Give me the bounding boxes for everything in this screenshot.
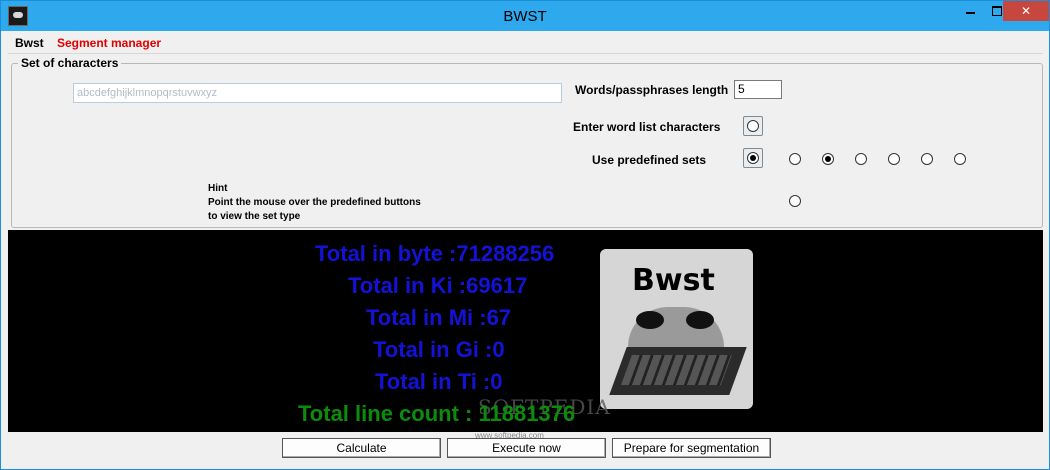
close-button[interactable]: ✕	[1003, 1, 1049, 21]
bwst-logo: Bwst	[600, 249, 753, 409]
group-title: Set of characters	[18, 56, 122, 70]
predefined-set-radio-4[interactable]	[888, 153, 900, 165]
calculate-button[interactable]: Calculate	[282, 438, 441, 458]
window-title: BWST	[503, 8, 547, 25]
predefined-set-radio-6[interactable]	[954, 153, 966, 165]
hint-line-1: Point the mouse over the predefined butt…	[208, 197, 421, 208]
total-ti: Total in Ti :0	[375, 369, 503, 394]
hint-text: Hint Point the mouse over the predefined…	[208, 182, 421, 224]
predefined-set-radio-2[interactable]	[822, 153, 834, 165]
hint-title: Hint	[208, 183, 228, 194]
predefined-set-radio-3[interactable]	[855, 153, 867, 165]
length-label: Words/passphrases length	[575, 83, 729, 97]
hint-line-2: to view the set type	[208, 211, 301, 222]
predefined-set-radio-7[interactable]	[789, 195, 801, 207]
word-list-radio[interactable]	[747, 120, 759, 132]
predefined-set-radio-1[interactable]	[789, 153, 801, 165]
total-mi: Total in Mi :67	[366, 305, 512, 330]
total-byte: Total in byte :71288256	[315, 241, 555, 266]
total-line-count: Total line count : 11881376	[298, 401, 576, 426]
menu-segment-manager[interactable]: Segment manager	[57, 36, 161, 50]
logo-eye-icon	[636, 311, 664, 329]
predefined-sets-label: Use predefined sets	[592, 153, 707, 167]
prepare-segmentation-button[interactable]: Prepare for segmentation	[612, 438, 771, 458]
results-panel: Total in byte :71288256 Total in Ki :696…	[8, 230, 1043, 432]
length-input[interactable]: 5	[734, 80, 782, 99]
app-window: BWST ✕ Bwst Segment manager Set of chara…	[0, 0, 1050, 470]
word-list-label: Enter word list characters	[573, 120, 721, 134]
predefined-set-radio-5[interactable]	[921, 153, 933, 165]
execute-now-button[interactable]: Execute now	[447, 438, 606, 458]
keyboard-icon	[609, 347, 747, 395]
set-of-characters-group: Set of characters abcdefghijklmnopqrstuv…	[11, 56, 1043, 228]
minimize-button[interactable]	[957, 1, 984, 21]
total-ki: Total in Ki :69617	[348, 273, 528, 298]
logo-text: Bwst	[632, 263, 715, 298]
close-icon: ✕	[1020, 4, 1032, 18]
predefined-sets-radio-button[interactable]	[743, 148, 763, 168]
total-gi: Total in Gi :0	[373, 337, 505, 362]
characters-input[interactable]: abcdefghijklmnopqrstuvwxyz	[73, 83, 562, 103]
predefined-sets-radio[interactable]	[747, 152, 759, 164]
word-list-radio-button[interactable]	[743, 116, 763, 136]
menu-bwst[interactable]: Bwst	[15, 36, 44, 50]
menu-bar: Bwst Segment manager	[8, 32, 1043, 54]
logo-eye-icon	[686, 311, 714, 329]
title-bar: BWST ✕	[1, 1, 1049, 31]
